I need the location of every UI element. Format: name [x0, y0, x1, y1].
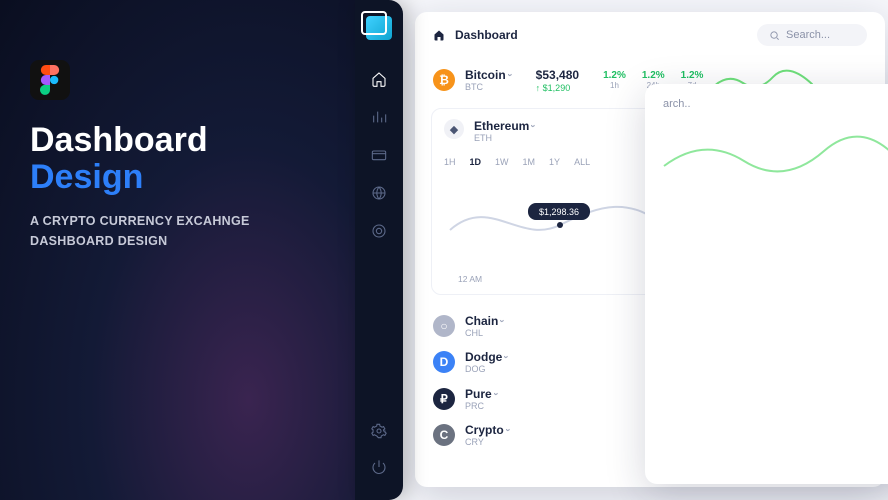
promo-title: DashboardDesign: [30, 122, 325, 195]
period-all[interactable]: ALL: [574, 157, 590, 167]
nav-home-icon[interactable]: [370, 70, 388, 88]
search-icon: [769, 30, 780, 41]
period-1y[interactable]: 1Y: [549, 157, 560, 167]
search-input-partial[interactable]: arch..: [663, 98, 691, 110]
bitcoin-icon: ₿: [433, 69, 455, 91]
coin-icon: ₽: [433, 388, 455, 410]
chart-tooltip: $1,298.36: [539, 207, 579, 217]
dashboard-window-front: arch.. Your Balance: [645, 84, 888, 484]
period-1m[interactable]: 1M: [523, 157, 536, 167]
period-1w[interactable]: 1W: [495, 157, 509, 167]
period-1d[interactable]: 1D: [470, 157, 482, 167]
featured-coin-name: Bitcoin ›: [465, 68, 512, 82]
period-1h[interactable]: 1H: [444, 157, 456, 167]
ethereum-icon: ◆: [444, 119, 464, 139]
app-logo: [366, 16, 392, 40]
home-icon: [433, 29, 445, 41]
coin-icon: C: [433, 424, 455, 446]
nav-settings-icon[interactable]: [370, 422, 388, 440]
chart-xlabel-start: 12 AM: [458, 274, 482, 284]
sidebar: [355, 0, 403, 500]
figma-logo: [30, 60, 70, 100]
featured-price: $53,480: [536, 68, 579, 82]
coin-icon: ○: [433, 315, 455, 337]
mini-chart: [663, 126, 888, 186]
chart-coin-name: Ethereum ›: [474, 119, 535, 133]
nav-globe-icon[interactable]: [370, 184, 388, 202]
nav-card-icon[interactable]: [370, 146, 388, 164]
nav-power-icon[interactable]: [370, 458, 388, 476]
page-title: Dashboard: [455, 28, 518, 42]
featured-delta: ↑ $1,290: [536, 83, 579, 93]
nav-target-icon[interactable]: [370, 222, 388, 240]
chart-coin-ticker: ETH: [474, 133, 535, 143]
featured-coin-ticker: BTC: [465, 82, 512, 92]
promo-panel: DashboardDesign A CRYPTO CURRENCY EXCAHN…: [0, 0, 355, 500]
search-input[interactable]: Search...: [757, 24, 867, 46]
nav-analytics-icon[interactable]: [370, 108, 388, 126]
coin-icon: D: [433, 351, 455, 373]
promo-subtitle: A CRYPTO CURRENCY EXCAHNGE DASHBOARD DES…: [30, 211, 325, 251]
